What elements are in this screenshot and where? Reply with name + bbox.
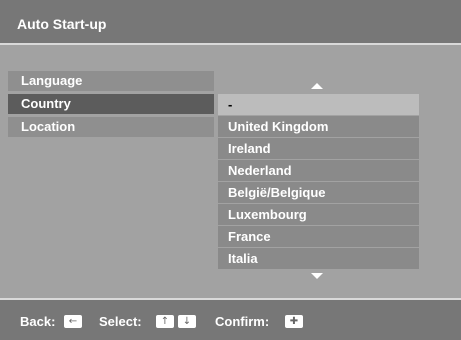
up-arrow-key-icon: ↑ [156,315,174,328]
auto-startup-screen: Auto Start-up Language Country Location … [0,0,461,340]
menu-item-location[interactable]: Location [8,117,214,137]
country-option-france[interactable]: France [218,226,419,247]
scroll-up-icon[interactable] [311,83,323,89]
country-option-italia[interactable]: Italia [218,248,419,269]
title-bar: Auto Start-up [0,0,461,45]
country-option-united-kingdom[interactable]: United Kingdom [218,116,419,137]
country-option-nederland[interactable]: Nederland [218,160,419,181]
menu-item-language[interactable]: Language [8,71,214,91]
down-arrow-key-icon: ↓ [178,315,196,328]
left-arrow-key-icon: ← [64,315,82,328]
country-option-selected[interactable]: - [218,94,419,115]
menu-item-country[interactable]: Country [8,94,214,114]
footer-hint-bar: Back: ← Select: ↑ ↓ Confirm: ✚ [0,298,461,340]
country-option-ireland[interactable]: Ireland [218,138,419,159]
country-option-luxembourg[interactable]: Luxembourg [218,204,419,225]
scroll-down-icon[interactable] [311,273,323,279]
page-title: Auto Start-up [17,16,107,32]
confirm-hint-label: Confirm: [215,314,270,329]
back-hint-label: Back: [20,314,56,329]
select-hint-label: Select: [99,314,142,329]
country-option-belgie[interactable]: België/Belgique [218,182,419,203]
enter-key-icon: ✚ [285,315,303,328]
